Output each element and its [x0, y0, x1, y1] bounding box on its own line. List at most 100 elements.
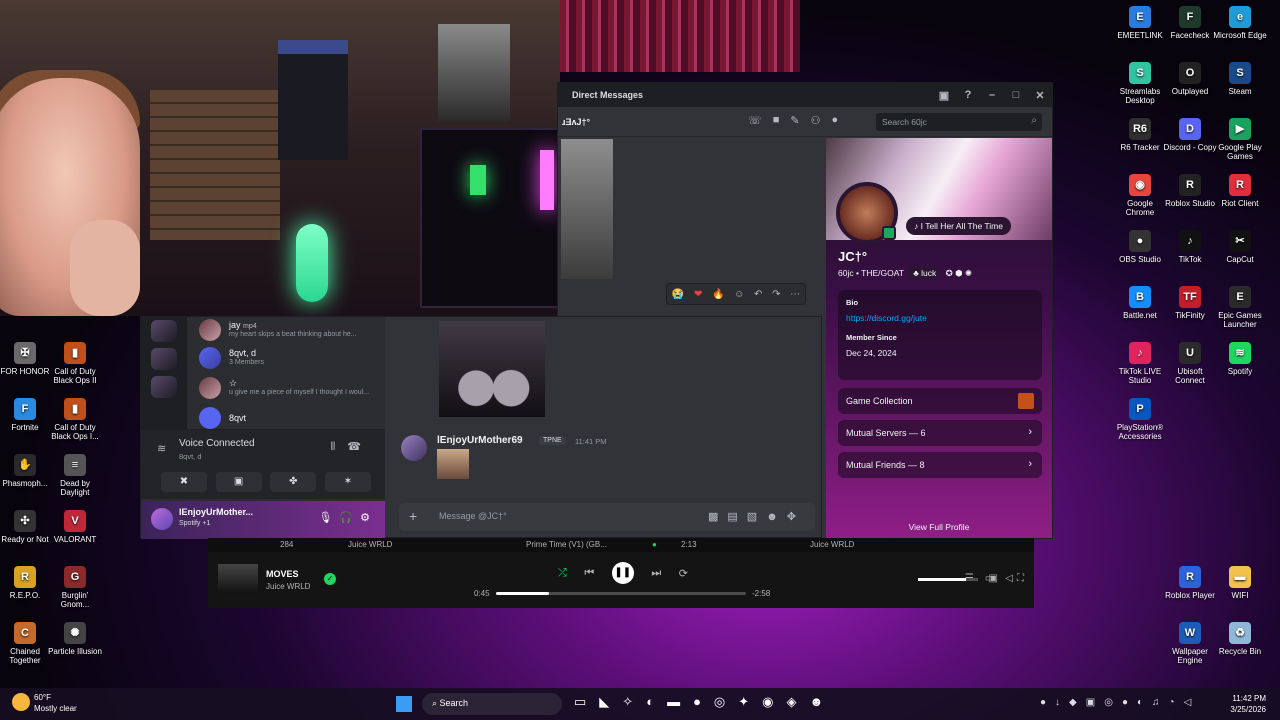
desktop-shortcut[interactable]: ♪ TikTok: [1162, 230, 1218, 264]
tray-icon[interactable]: ▣: [1086, 697, 1104, 708]
signal-icon[interactable]: ≋: [157, 442, 166, 455]
desktop-shortcut[interactable]: P PlayStation® Accessories: [1112, 398, 1168, 441]
help-icon[interactable]: ?: [956, 89, 980, 101]
desktop-shortcut[interactable]: W Wallpaper Engine: [1162, 622, 1218, 665]
spotify-icon[interactable]: ●: [693, 694, 714, 709]
miniplayer-icon[interactable]: ▣: [989, 573, 998, 584]
forward-icon[interactable]: ↷: [772, 289, 780, 300]
desktop-shortcut[interactable]: ≡ Dead by Daylight: [47, 454, 103, 497]
teams-icon[interactable]: ✦: [738, 694, 762, 709]
close-button[interactable]: ✕: [1028, 89, 1052, 102]
repeat-icon[interactable]: ⟳: [679, 567, 688, 580]
add-friends-icon[interactable]: ⚇: [811, 114, 821, 127]
riot-icon[interactable]: ◈: [787, 694, 810, 709]
pinned-messages-icon[interactable]: ✎: [790, 114, 799, 127]
windows-start-icon[interactable]: [396, 696, 412, 712]
desktop-shortcut[interactable]: ◉ Google Chrome: [1112, 174, 1168, 217]
message-image-attachment[interactable]: [439, 321, 545, 417]
microphone-icon[interactable]: 🎙: [318, 512, 339, 524]
copilot-icon[interactable]: ✧: [622, 694, 646, 709]
desktop-shortcut[interactable]: E Epic Games Launcher: [1212, 286, 1268, 329]
message-author[interactable]: lEnjoyUrMother69: [437, 435, 523, 446]
desktop-shortcut[interactable]: ≋ Spotify: [1212, 342, 1268, 376]
reaction-sob-icon[interactable]: 😭: [672, 289, 684, 300]
maximize-button[interactable]: □: [1004, 89, 1028, 101]
desktop-shortcut[interactable]: R Roblox Studio: [1162, 174, 1218, 208]
queue-row[interactable]: 284 Juice WRLD Prime Time (V1) (GB... ● …: [208, 538, 1034, 552]
previous-track-icon[interactable]: ⏮: [584, 567, 594, 580]
tray-icon[interactable]: ↓: [1055, 697, 1069, 708]
steam-icon[interactable]: ◎: [714, 694, 738, 709]
search-input[interactable]: Search 60jc ⌕: [876, 113, 1042, 131]
add-reaction-icon[interactable]: ☺: [734, 289, 744, 300]
desktop-shortcut[interactable]: e Microsoft Edge: [1212, 6, 1268, 40]
nvidia-icon[interactable]: ◣: [599, 694, 622, 709]
soundboard-button[interactable]: ✶: [324, 472, 371, 492]
desktop-shortcut[interactable]: B Battle.net: [1112, 286, 1168, 320]
fullscreen-icon[interactable]: ⛶: [1017, 573, 1024, 584]
desktop-shortcut[interactable]: ✋ Phasmoph...: [0, 454, 53, 488]
desktop-shortcut[interactable]: G Burglin' Gnom...: [47, 566, 103, 609]
desktop-shortcut[interactable]: S Streamlabs Desktop: [1112, 62, 1168, 105]
game-collection-row[interactable]: Game Collection: [838, 388, 1042, 414]
speaker-icon[interactable]: ◁: [1184, 697, 1201, 708]
noise-suppression-icon[interactable]: ⦀: [330, 441, 347, 453]
pause-button[interactable]: ❚❚: [611, 562, 634, 584]
more-options-icon[interactable]: ⋯: [790, 289, 800, 300]
reply-icon[interactable]: ↶: [754, 289, 762, 300]
desktop-shortcut[interactable]: O Outplayed: [1162, 62, 1218, 96]
progress-bar[interactable]: [496, 592, 746, 595]
mutual-friends-row[interactable]: Mutual Friends — 8 ›: [838, 452, 1042, 478]
message-gif-attachment[interactable]: [437, 449, 469, 479]
video-call-icon[interactable]: ■: [773, 114, 780, 127]
reaction-heart-icon[interactable]: ❤: [694, 289, 702, 300]
folder-icon[interactable]: ▬: [667, 694, 693, 709]
next-track-icon[interactable]: ⏭: [651, 567, 661, 580]
tray-icon[interactable]: ●: [1122, 697, 1137, 708]
dm-list-item[interactable]: 8qvt, d 3 Members: [199, 345, 385, 375]
bio-link[interactable]: https://discord.gg/jute: [846, 313, 1034, 323]
screen-share-button[interactable]: ▣: [215, 472, 262, 492]
voice-call-icon[interactable]: ☏: [748, 114, 762, 127]
desktop-shortcut[interactable]: ✂ CapCut: [1212, 230, 1268, 264]
sticker-icon[interactable]: ▧: [747, 511, 766, 523]
camera-off-button[interactable]: ✖: [161, 472, 207, 492]
disconnect-icon[interactable]: ☎: [347, 441, 373, 453]
liked-check-icon[interactable]: ✓: [324, 573, 336, 585]
desktop-shortcut[interactable]: D Discord - Copy: [1162, 118, 1218, 152]
desktop-shortcut[interactable]: F Fortnite: [0, 398, 53, 432]
server-icon[interactable]: [151, 376, 177, 398]
user-profile-icon[interactable]: ●: [832, 114, 839, 127]
apps-icon[interactable]: ✥: [787, 511, 805, 523]
server-icon[interactable]: [151, 320, 177, 342]
chrome-icon[interactable]: ◉: [762, 694, 786, 709]
album-cover[interactable]: [218, 564, 258, 594]
shuffle-icon[interactable]: ⤮: [558, 567, 567, 580]
taskbar-clock[interactable]: 11:42 PM 3/25/2026: [1230, 693, 1266, 715]
desktop-shortcut[interactable]: R R.E.P.O.: [0, 566, 53, 600]
minimize-button[interactable]: –: [980, 89, 1004, 101]
activities-button[interactable]: ✤: [270, 472, 317, 492]
desktop-shortcut[interactable]: ● OBS Studio: [1112, 230, 1168, 264]
dm-list-item[interactable]: jay mp4 my heart skips a beat thinking a…: [199, 317, 385, 347]
message-composer[interactable]: + Message @JC†° ▩▤▧☻✥: [399, 503, 815, 531]
dm-list-item[interactable]: ☆ u give me a piece of myself I thought …: [199, 375, 385, 405]
taskbar-search[interactable]: ⌕ Search: [422, 693, 562, 715]
desktop-shortcut[interactable]: E EMEETLINK: [1112, 6, 1168, 40]
desktop-shortcut[interactable]: F Facecheck: [1162, 6, 1218, 40]
desktop-shortcut[interactable]: ♪ TikTok LIVE Studio: [1112, 342, 1168, 385]
reaction-fire-icon[interactable]: 🔥: [712, 289, 724, 300]
desktop-shortcut[interactable]: C Chained Together: [0, 622, 53, 665]
desktop-shortcut[interactable]: S Steam: [1212, 62, 1268, 96]
chat-image-attachment[interactable]: [561, 139, 613, 279]
desktop-shortcut[interactable]: ▮ Call of Duty Black Ops II: [47, 342, 103, 385]
weather-widget[interactable]: 60°F Mostly clear: [12, 692, 77, 714]
track-artist[interactable]: Juice WRLD: [266, 582, 310, 591]
tray-icon[interactable]: ●: [1040, 697, 1055, 708]
gif-icon[interactable]: ▤: [727, 511, 746, 523]
desktop-shortcut[interactable]: ♻ Recycle Bin: [1212, 622, 1268, 656]
voice-channel-name[interactable]: 8qvt, d: [179, 452, 202, 461]
microphone-icon[interactable]: ♫: [1152, 697, 1169, 708]
wifi-icon[interactable]: ◔: [1169, 697, 1184, 708]
desktop-shortcut[interactable]: R6 R6 Tracker: [1112, 118, 1168, 152]
